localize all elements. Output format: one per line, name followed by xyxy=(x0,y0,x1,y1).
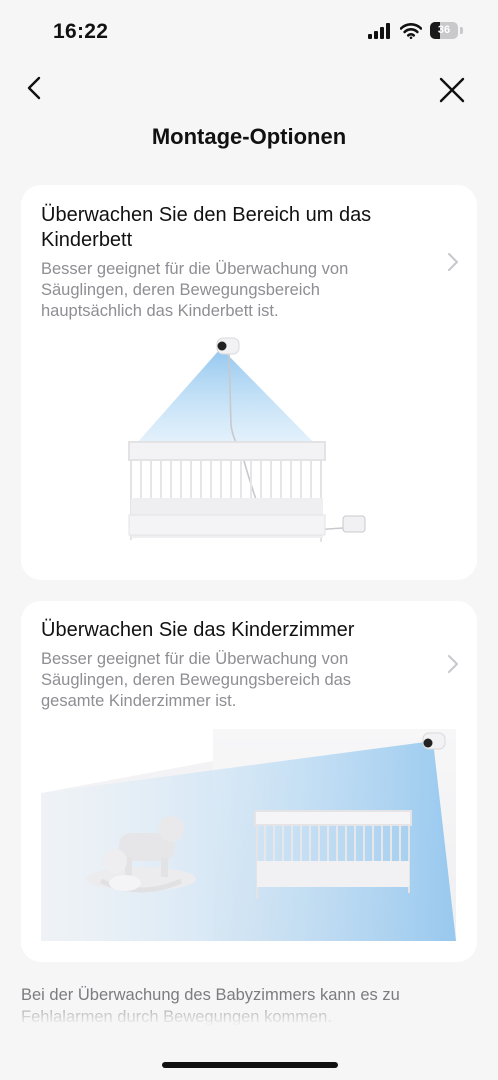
option-description: Besser geeignet für die Überwachung von … xyxy=(41,260,349,320)
navigation-bar xyxy=(0,64,498,114)
chevron-right-icon xyxy=(448,253,458,271)
status-bar: 16:22 36 xyxy=(0,0,498,64)
battery-icon: 36 xyxy=(430,22,464,39)
option-description: Besser geeignet für die Überwachung von … xyxy=(41,650,352,710)
chevron-left-icon xyxy=(27,76,41,100)
nursery-room-illustration xyxy=(41,729,456,941)
status-time: 16:22 xyxy=(53,20,109,43)
page-title: Montage-Optionen xyxy=(151,124,347,149)
option-card-crib[interactable]: Überwachen Sie den Bereich um das Kinder… xyxy=(21,185,477,580)
option-card-nursery[interactable]: Überwachen Sie das Kinderzimmer Besser g… xyxy=(21,601,477,962)
option-title: Überwachen Sie das Kinderzimmer xyxy=(41,619,355,641)
back-button[interactable] xyxy=(18,70,54,106)
option-title: Überwachen Sie den Bereich um das Kinder… xyxy=(41,204,372,251)
status-icons: 36 xyxy=(368,22,464,39)
close-button[interactable] xyxy=(436,74,468,106)
wifi-icon xyxy=(400,22,422,39)
crib-camera-illustration xyxy=(128,337,366,542)
chevron-right-icon xyxy=(448,655,458,673)
cellular-signal-icon xyxy=(368,22,390,39)
battery-percentage: 36 xyxy=(437,24,451,36)
footer-fade xyxy=(0,1004,498,1044)
home-indicator[interactable] xyxy=(162,1062,338,1068)
close-icon xyxy=(439,77,465,103)
